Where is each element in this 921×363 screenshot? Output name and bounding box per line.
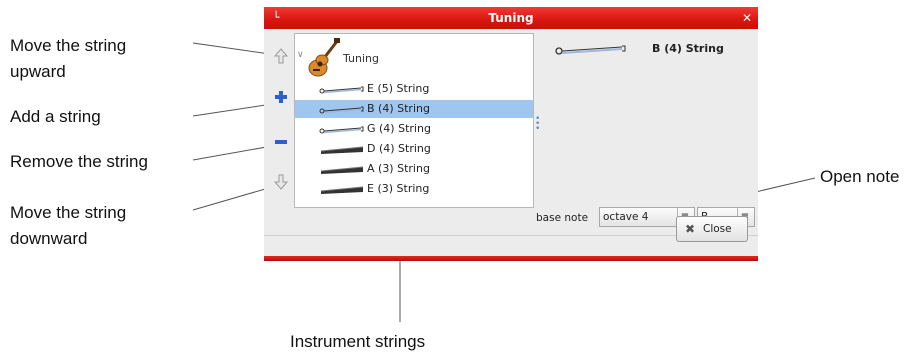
add-string-button[interactable] xyxy=(270,88,292,110)
annotation-move-down: Move the string downward xyxy=(10,200,126,252)
string-label: A (3) String xyxy=(367,162,430,175)
string-list-item[interactable]: A (3) String xyxy=(295,160,533,178)
pane-splitter[interactable]: • • • xyxy=(535,115,540,134)
annotation-move-down-line1: Move the string xyxy=(10,203,127,222)
string-label: E (3) String xyxy=(367,182,430,195)
window-menu-icon[interactable]: └ xyxy=(269,11,283,25)
move-down-button[interactable] xyxy=(270,173,292,195)
guitar-icon xyxy=(308,38,340,77)
string-label: D (4) String xyxy=(367,142,431,155)
tuning-dialog: └ Tuning ✕ ∨ Tuning E (5) String B (4) S… xyxy=(264,7,758,261)
close-button[interactable]: ✖ Close xyxy=(676,216,748,242)
instrument-strings-tree[interactable]: ∨ Tuning E (5) String B (4) String G (4) S… xyxy=(294,33,534,208)
string-list-item[interactable]: E (3) String xyxy=(295,180,533,198)
plus-icon xyxy=(275,91,287,103)
window-bottom-border xyxy=(264,256,758,261)
octave-value: octave 4 xyxy=(603,211,649,223)
title-bar[interactable]: └ Tuning ✕ xyxy=(264,7,758,29)
annotation-remove: Remove the string xyxy=(10,152,148,171)
selected-string-name: B (4) String xyxy=(652,42,724,55)
plain-string-icon xyxy=(319,126,364,134)
annotation-move-up-line1: Move the string xyxy=(10,36,127,55)
string-label: E (5) String xyxy=(367,82,430,95)
annotation-move-up-line2: upward xyxy=(10,62,66,81)
annotation-move-up: Move the string upward xyxy=(10,33,126,85)
wound-string-icon xyxy=(320,146,364,154)
close-button-label: Close xyxy=(703,223,732,235)
string-label: G (4) String xyxy=(367,122,431,135)
move-up-button[interactable] xyxy=(270,47,292,69)
string-list-item[interactable]: D (4) String xyxy=(295,140,533,158)
annotation-open-note: Open note xyxy=(820,167,900,186)
window-close-icon[interactable]: ✕ xyxy=(740,11,754,25)
string-list-item[interactable]: B (4) String xyxy=(295,100,533,118)
annotation-add: Add a string xyxy=(10,107,101,126)
wound-string-icon xyxy=(320,166,364,174)
remove-string-button[interactable] xyxy=(270,133,292,155)
base-note-label: base note xyxy=(536,212,589,224)
plain-string-icon xyxy=(319,106,364,114)
minus-icon xyxy=(275,140,287,144)
arrow-up-icon xyxy=(273,48,289,64)
close-icon: ✖ xyxy=(685,222,696,236)
string-list-item[interactable]: G (4) String xyxy=(295,120,533,138)
string-label: B (4) String xyxy=(367,102,430,115)
plain-string-icon xyxy=(319,86,364,94)
annotation-instrument-strings: Instrument strings xyxy=(290,332,426,351)
tree-root-tuning[interactable]: ∨ Tuning xyxy=(295,38,533,78)
string-icon xyxy=(555,45,626,55)
annotation-move-down-line2: downward xyxy=(10,229,88,248)
arrow-down-icon xyxy=(273,174,289,190)
string-list-item[interactable]: E (5) String xyxy=(295,80,533,98)
tree-root-label: Tuning xyxy=(343,52,380,65)
chevron-down-icon[interactable]: ∨ xyxy=(297,50,304,60)
wound-string-icon xyxy=(320,186,364,194)
window-title: Tuning xyxy=(488,11,534,25)
